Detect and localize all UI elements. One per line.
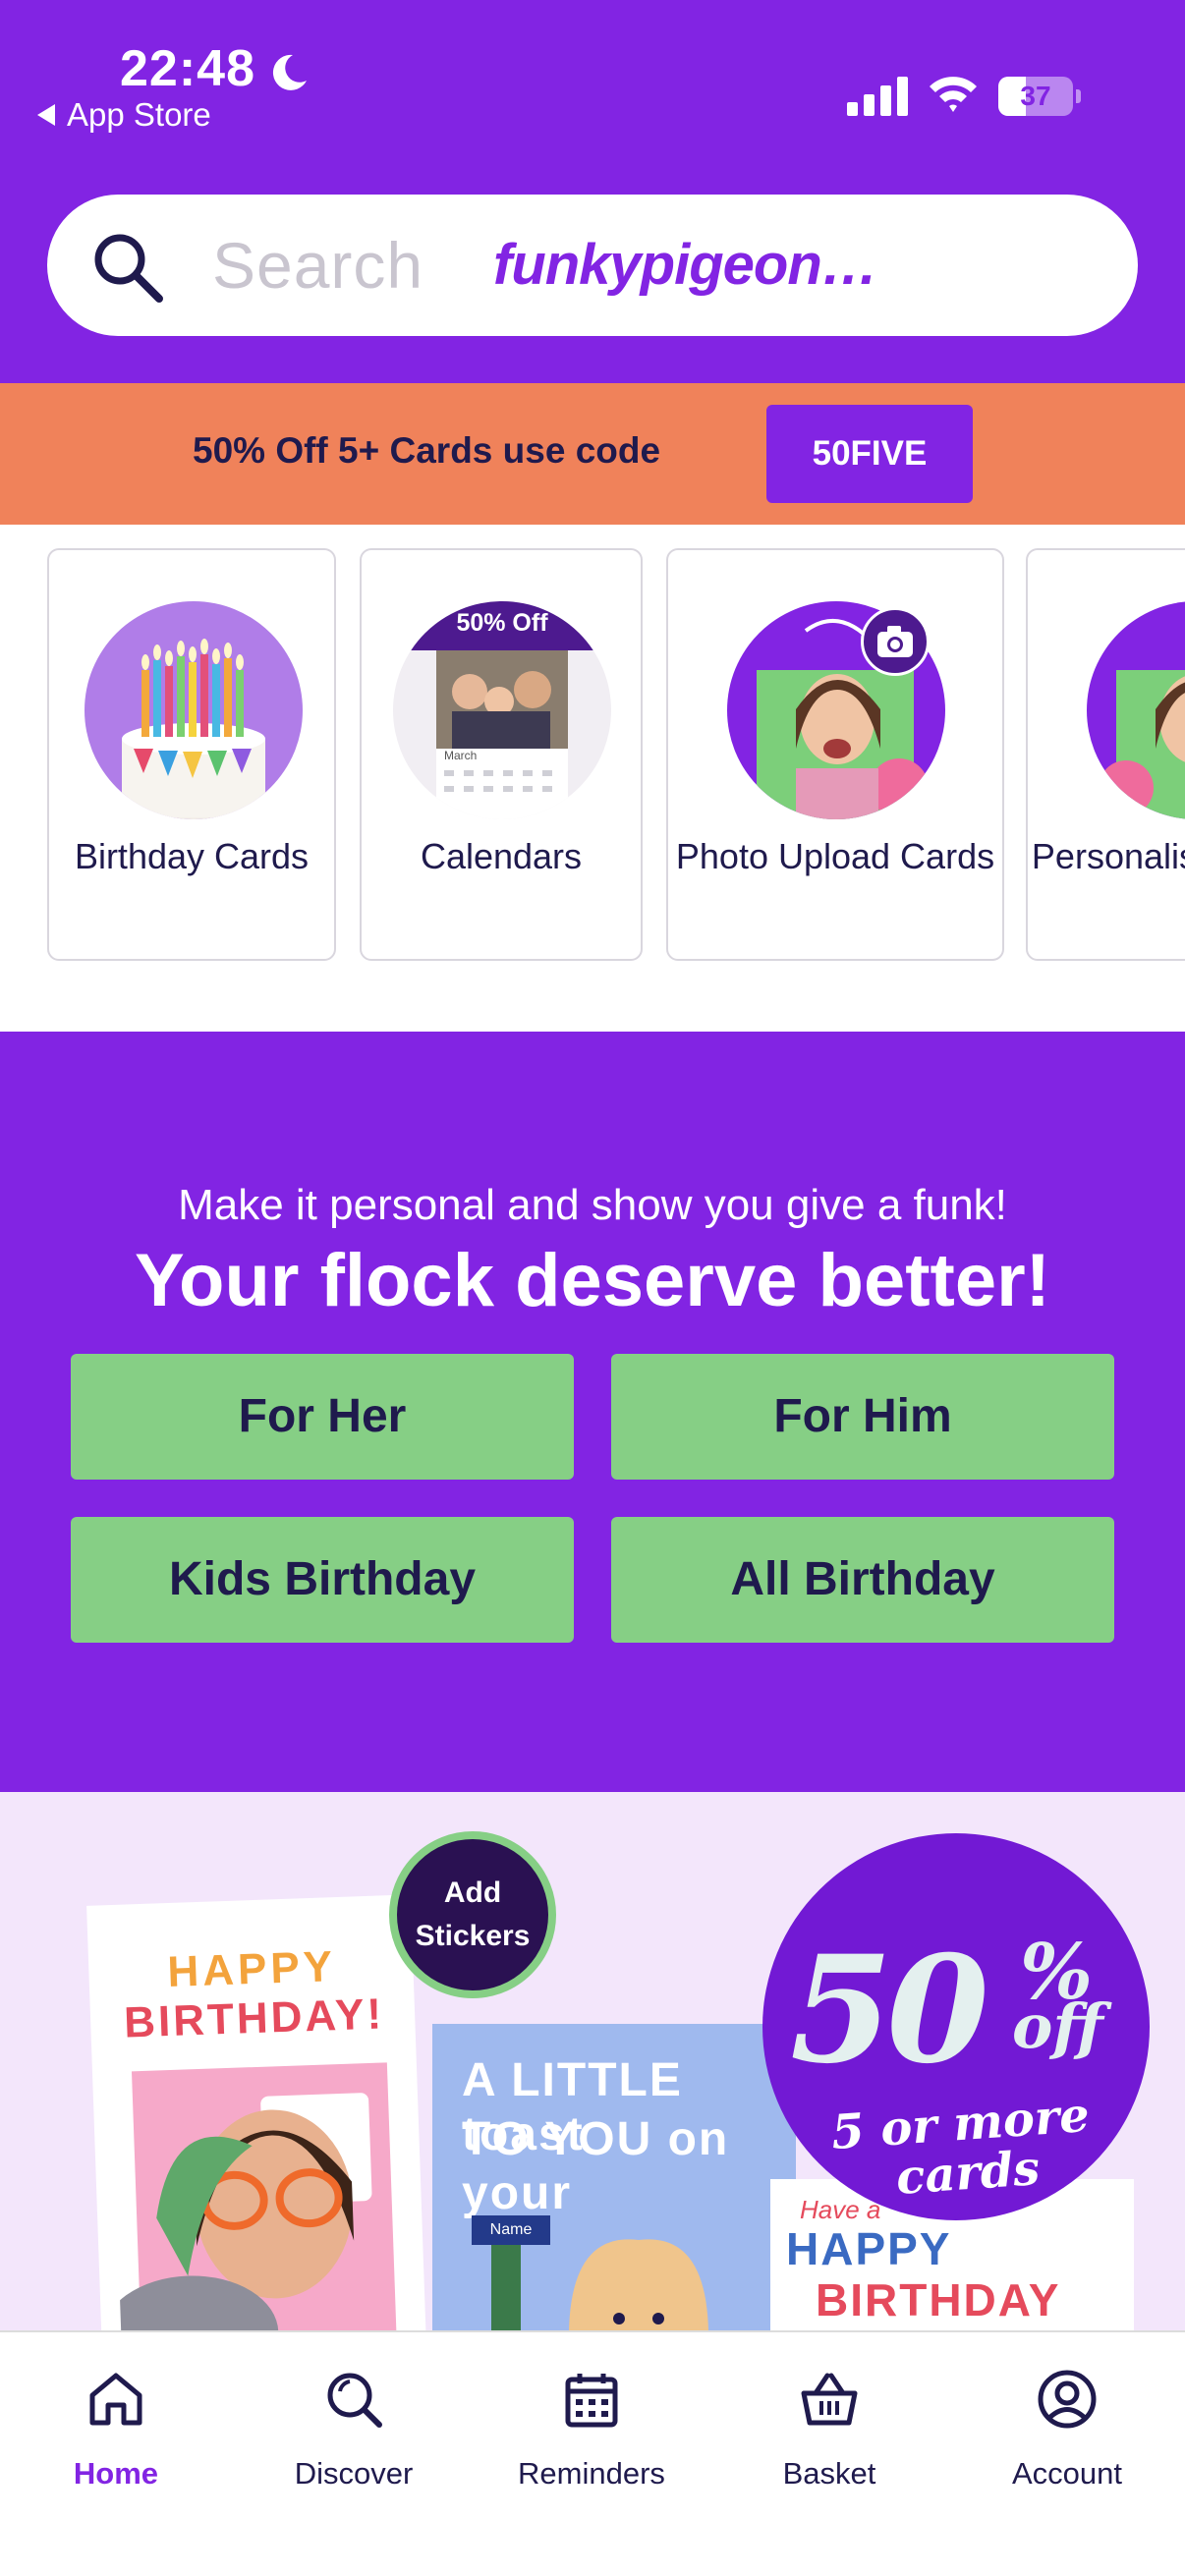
battery-percent: 37 [1020,81,1051,111]
nav-account-label: Account [1011,2456,1122,2491]
calendar-discount-badge: 50% Off [456,609,548,637]
nav-account[interactable]: Account [959,2352,1175,2548]
calendar-image: 50% Off March [393,601,611,819]
card-text: HAPPY [166,1942,337,1997]
category-personalised-gifts[interactable]: Personalised Gifts [1026,548,1185,961]
card-text: BIRTHDAY [816,2274,1061,2325]
all-birthday-button[interactable]: All Birthday [611,1517,1114,1643]
multi-card-offer-banner[interactable]: HAPPY BIRTHDAY! Add Stickers A LITTLE to… [0,1792,1185,2332]
promo-code-badge[interactable]: 50FIVE [766,405,973,503]
battery-indicator: 37 [998,77,1081,116]
wifi-icon [930,77,977,112]
category-label: Photo Upload Cards [675,836,995,876]
bottom-navigation: Home Discover Reminders Basket Account [0,2330,1185,2576]
cellular-signal-icon [847,77,908,116]
for-her-button[interactable]: For Her [71,1354,574,1480]
kids-birthday-button[interactable]: Kids Birthday [71,1517,574,1643]
promo-text: 50% Off 5+ Cards use code [193,430,661,471]
category-calendars[interactable]: 50% Off March Calendars [360,548,643,961]
category-label: Birthday Cards [74,836,310,876]
fifty-percent-off-badge: 50 % off 5 or more cards [762,1833,1150,2220]
section-subtitle: Make it personal and show you give a fun… [178,1181,1007,1229]
nav-basket[interactable]: Basket [721,2352,937,2548]
search-placeholder: Search [212,229,424,302]
nav-discover-label: Discover [294,2456,414,2491]
search-icon [94,234,163,303]
category-carousel[interactable]: Birthday Cards 50% Off March Calendars P… [0,525,1185,1032]
nav-discover[interactable]: Discover [246,2352,462,2548]
home-icon [89,2373,142,2426]
gift-mug-image [1087,601,1185,819]
promo-banner[interactable]: 50% Off 5+ Cards use code 50FIVE [0,383,1185,525]
search-icon [327,2373,382,2428]
basket-icon [801,2373,858,2426]
nav-basket-label: Basket [782,2456,876,2491]
brand-logo-text: funkypigeon… [493,233,878,297]
birthday-cake-image [85,601,303,819]
calendar-month: March [444,749,478,762]
category-birthday-cards[interactable]: Birthday Cards [47,548,336,961]
name-tag: Name [472,2215,550,2245]
birthday-card-image: HAPPY BIRTHDAY! [86,1894,426,2332]
app-header: 22:48 App Store 37 Search funkypigeon… [0,0,1185,383]
nav-home-label: Home [73,2456,159,2491]
toast-card-image: A LITTLE toast TO YOU on your Name [432,2024,796,2332]
card-text: BIRTHDAY! [123,1989,385,2047]
back-app-label: App Store [67,96,211,133]
search-bar[interactable]: Search funkypigeon… [47,195,1138,336]
card-text: HAPPY [786,2223,952,2274]
for-him-button[interactable]: For Him [611,1354,1114,1480]
shop-by-recipient-section: Make it personal and show you give a fun… [0,1032,1185,1792]
back-to-app-store[interactable]: App Store [37,96,211,134]
section-title: Your flock deserve better! [134,1239,1050,1322]
nav-reminders[interactable]: Reminders [483,2352,700,2548]
offer-amount: 50 [790,1924,989,2097]
calendar-icon [565,2374,618,2428]
offer-off: off [1012,1990,1103,2062]
moon-icon [272,54,307,90]
account-icon [1038,2370,1097,2429]
category-label: Calendars [420,836,583,876]
camera-icon [861,607,930,676]
category-label: Personalised Gifts [1031,836,1185,876]
back-arrow-icon [37,104,55,126]
add-stickers-badge: Add Stickers [389,1831,556,1998]
offer-sub: cards [894,2140,1042,2207]
nav-home[interactable]: Home [8,2352,224,2548]
nav-reminders-label: Reminders [518,2456,665,2491]
status-time: 22:48 [120,40,255,97]
category-photo-upload-cards[interactable]: Photo Upload Cards [666,548,1004,961]
